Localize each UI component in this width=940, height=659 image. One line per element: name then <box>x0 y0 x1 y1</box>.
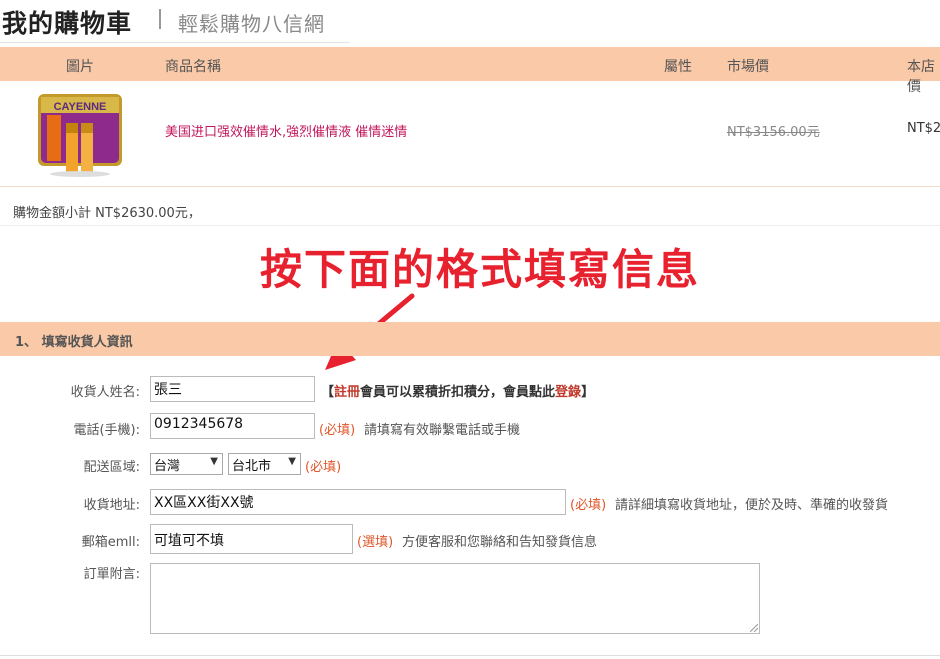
city-select[interactable]: 台北市 ▼ <box>228 453 301 475</box>
order-notes-label: 訂單附言: <box>83 567 140 582</box>
city-select-value: 台北市 <box>232 459 272 474</box>
dropdown-arrow-icon: ▼ <box>288 456 296 467</box>
email-hint: 方便客服和您聯絡和告知發貨信息 <box>402 535 598 550</box>
subtotal-divider <box>0 225 940 226</box>
email-label: 郵箱emll: <box>81 535 140 550</box>
phone-input[interactable]: 0912345678 <box>150 413 315 439</box>
dropdown-arrow-icon: ▼ <box>210 456 218 467</box>
section-title: 1、 填寫收貨人資訊 <box>15 335 133 350</box>
store-price: NT$2 <box>907 121 940 136</box>
site-subtitle: 輕鬆購物八信網 <box>178 12 325 36</box>
phone-hint: 請填寫有效聯繫電話或手機 <box>364 423 521 438</box>
email-input[interactable]: 可埴可不填 <box>150 524 353 554</box>
order-notes-textarea[interactable] <box>150 563 760 634</box>
consignee-section-header: 1、 填寫收貨人資訊 <box>0 322 940 356</box>
column-header-name: 商品名稱 <box>165 59 221 75</box>
column-header-market-price: 市場價 <box>727 59 769 75</box>
phone-required-mark: (必填) <box>319 423 356 438</box>
country-select[interactable]: 台灣 ▼ <box>150 453 223 475</box>
title-separator <box>159 9 161 29</box>
instruction-annotation: 按下面的格式填寫信息 <box>260 245 701 294</box>
column-header-image: 圖片 <box>66 59 94 75</box>
market-price: NT$3156.00元 <box>727 125 820 140</box>
address-hint: 請詳細填寫收貨地址，便於及時、準確的收發貨 <box>615 498 889 513</box>
phone-label: 電話(手機): <box>73 423 140 438</box>
region-required-mark: (必填) <box>305 460 342 475</box>
page-title: 我的購物車 <box>2 9 133 38</box>
product-image[interactable]: CAYENNE <box>35 86 125 178</box>
address-label: 收貨地址: <box>83 498 140 513</box>
product-name-link[interactable]: 美国进口强效催情水,強烈催情液 催情迷情 <box>165 121 407 140</box>
address-required-mark: (必填) <box>570 498 607 513</box>
email-optional-mark: (選填) <box>357 535 394 550</box>
login-link[interactable]: 登錄 <box>555 385 581 400</box>
name-label: 收貨人姓名: <box>70 385 140 400</box>
register-link[interactable]: 註冊 <box>334 385 360 400</box>
cart-item-row: CAYENNE 美国进口强效催情水,強烈催情液 催情迷情 NT$3156.00元… <box>0 81 940 187</box>
product-image-brand-text: CAYENNE <box>54 101 107 113</box>
cart-subtotal: 購物金額小計 NT$2630.00元， <box>13 206 201 221</box>
column-header-attributes: 屬性 <box>664 59 692 75</box>
consignee-name-input[interactable]: 張三 <box>150 376 315 402</box>
cart-table-header: 圖片 商品名稱 屬性 市場價 本店價 <box>0 47 940 95</box>
address-input[interactable]: XX區XX街XX號 <box>150 489 566 515</box>
resize-handle-icon[interactable] <box>750 624 758 632</box>
region-label: 配送區域: <box>83 460 140 475</box>
header-divider <box>0 42 350 43</box>
country-select-value: 台灣 <box>154 459 181 474</box>
bottom-divider <box>0 655 940 656</box>
member-note: 【註冊會員可以累積折扣積分，會員點此登錄】 <box>321 385 595 400</box>
